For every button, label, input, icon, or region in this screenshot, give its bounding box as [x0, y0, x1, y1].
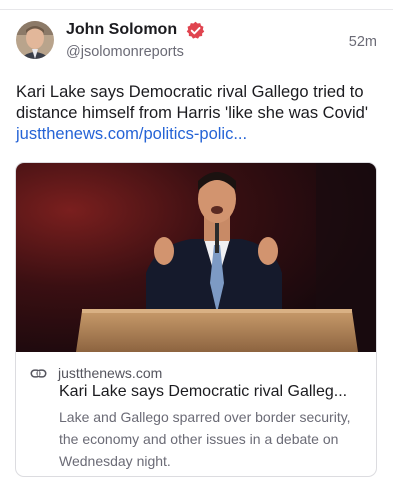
card-domain-row: justthenews.com [30, 364, 162, 382]
author-handle[interactable]: @jsolomonreports [66, 44, 184, 60]
post-text: Kari Lake says Democratic rival Gallego … [16, 82, 381, 145]
verified-badge-icon [186, 21, 205, 39]
link-preview-card[interactable]: justthenews.com Kari Lake says Democrati… [15, 162, 377, 477]
card-title: Kari Lake says Democratic rival Galleg..… [59, 383, 348, 400]
link-icon [30, 368, 47, 378]
author-avatar[interactable] [16, 21, 54, 59]
card-domain: justthenews.com [58, 365, 163, 381]
post[interactable]: John Solomon @jsolomonreports 52m Kari L… [0, 0, 393, 500]
post-timestamp: 52m [348, 34, 377, 50]
post-body: Kari Lake says Democratic rival Gallego … [16, 83, 368, 122]
card-image [16, 163, 376, 352]
author-name[interactable]: John Solomon [66, 21, 177, 39]
post-link[interactable]: justthenews.com/politics-polic... [16, 125, 247, 143]
card-description: Lake and Gallego sparred over border sec… [59, 409, 351, 469]
